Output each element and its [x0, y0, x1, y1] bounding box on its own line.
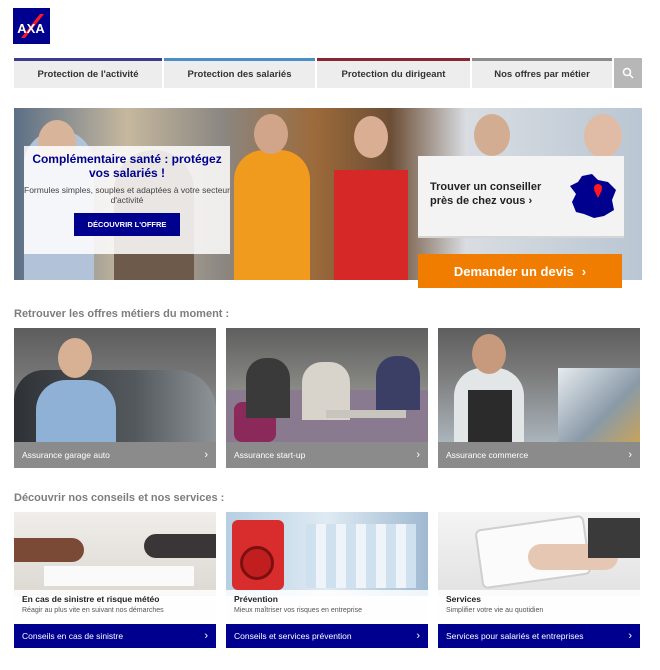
service-card-caption-title: En cas de sinistre et risque météo — [22, 594, 160, 604]
service-card-image — [14, 512, 216, 596]
request-quote-button[interactable]: Demander un devis › — [418, 254, 622, 288]
offer-card-label: Assurance garage auto — [22, 450, 110, 460]
service-card-link-label: Conseils en cas de sinistre — [22, 631, 124, 641]
logo-text: AXA — [17, 21, 45, 36]
offer-card-label: Assurance start-up — [234, 450, 306, 460]
promo-box: Complémentaire santé : protégez vos sala… — [24, 146, 230, 254]
find-advisor-label: Trouver un conseiller près de chez vous — [430, 181, 542, 207]
offer-card-image — [438, 328, 640, 442]
service-card-sinistre[interactable]: En cas de sinistre et risque météo Réagi… — [14, 512, 216, 648]
service-card-link[interactable]: Conseils en cas de sinistre › — [14, 624, 216, 648]
find-advisor-text: Trouver un conseiller près de chez vous … — [430, 180, 560, 208]
service-card-caption-sub: Simplifier votre vie au quotidien — [446, 607, 544, 614]
chevron-right-icon: › — [628, 630, 632, 642]
service-card-image — [438, 512, 640, 596]
hero-person-worker-head — [254, 114, 288, 154]
offer-card-bar: Assurance commerce › — [438, 442, 640, 468]
service-card-link-label: Conseils et services prévention — [234, 631, 352, 641]
hero-person-shop-head — [354, 116, 388, 158]
service-card-image — [226, 512, 428, 596]
hero-person-shop-apron — [334, 170, 408, 280]
offer-card-image — [226, 328, 428, 442]
offer-card-bar: Assurance garage auto › — [14, 442, 216, 468]
nav-protection-salaries[interactable]: Protection des salariés — [164, 58, 315, 88]
chevron-right-icon: › — [204, 449, 208, 461]
hero-person-6-head — [584, 114, 622, 158]
hero-person-worker — [234, 150, 310, 280]
service-card-caption: En cas de sinistre et risque météo Réagi… — [14, 590, 216, 624]
nav-protection-activite[interactable]: Protection de l'activité — [14, 58, 162, 88]
discover-offer-button[interactable]: DÉCOUVRIR L'OFFRE — [73, 213, 181, 236]
main-nav: Protection de l'activité Protection des … — [14, 58, 642, 88]
find-advisor-box[interactable]: Trouver un conseiller près de chez vous … — [418, 156, 624, 238]
offer-card-startup[interactable]: Assurance start-up › — [226, 328, 428, 468]
axa-logo-mark: AXA — [13, 8, 50, 44]
service-card-caption: Prévention Mieux maîtriser vos risques e… — [226, 590, 428, 624]
search-button[interactable] — [614, 58, 642, 88]
chevron-right-icon: › — [204, 630, 208, 642]
offer-card-commerce[interactable]: Assurance commerce › — [438, 328, 640, 468]
request-quote-label: Demander un devis — [453, 263, 574, 279]
service-card-link[interactable]: Conseils et services prévention › — [226, 624, 428, 648]
chevron-right-icon: › — [416, 630, 420, 642]
service-card-caption-title: Services — [446, 594, 481, 604]
chevron-right-icon: › — [581, 263, 587, 279]
services-title: Découvrir nos conseils et nos services : — [14, 492, 225, 504]
service-card-link-label: Services pour salariés et entreprises — [446, 631, 584, 641]
france-map-icon — [570, 174, 616, 218]
service-card-caption-sub: Réagir au plus vite en suivant nos démar… — [22, 607, 164, 614]
service-card-caption-sub: Mieux maîtriser vos risques en entrepris… — [234, 607, 362, 614]
promo-title: Complémentaire santé : protégez vos sala… — [32, 152, 222, 180]
service-card-link[interactable]: Services pour salariés et entreprises › — [438, 624, 640, 648]
offer-card-label: Assurance commerce — [446, 450, 529, 460]
service-card-services[interactable]: Services Simplifier votre vie au quotidi… — [438, 512, 640, 648]
nav-protection-dirigeant[interactable]: Protection du dirigeant — [317, 58, 470, 88]
offer-card-garage[interactable]: Assurance garage auto › — [14, 328, 216, 468]
axa-logo[interactable]: AXA — [13, 8, 50, 44]
offer-card-image — [14, 328, 216, 442]
nav-offres-metier[interactable]: Nos offres par métier — [472, 58, 612, 88]
service-card-caption: Services Simplifier votre vie au quotidi… — [438, 590, 640, 624]
chevron-right-icon: › — [628, 449, 632, 461]
chevron-right-icon: › — [528, 195, 533, 207]
offer-card-bar: Assurance start-up › — [226, 442, 428, 468]
search-icon — [622, 67, 634, 79]
hero-person-5-head — [474, 114, 510, 156]
offers-title: Retrouver les offres métiers du moment : — [14, 308, 230, 320]
service-card-prevention[interactable]: Prévention Mieux maîtriser vos risques e… — [226, 512, 428, 648]
chevron-right-icon: › — [416, 449, 420, 461]
service-card-caption-title: Prévention — [234, 594, 278, 604]
promo-text: Formules simples, souples et adaptées à … — [24, 185, 230, 205]
